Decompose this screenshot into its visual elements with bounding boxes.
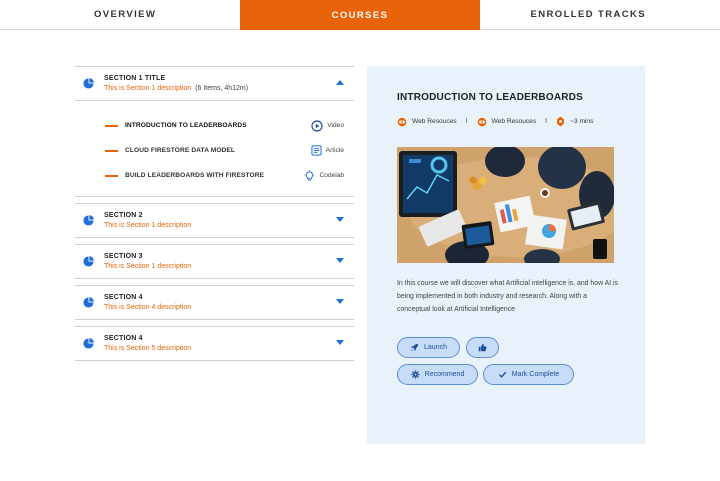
meta-duration: ~3 mins: [556, 116, 593, 127]
section-title: SECTION 4: [104, 334, 143, 342]
launch-label: Launch: [424, 344, 447, 351]
tab-courses[interactable]: COURSES: [240, 0, 480, 30]
course-detail-panel: INTRODUCTION TO LEADERBOARDS Web Resouce…: [367, 66, 645, 444]
section-5-header[interactable]: SECTION 4 This is Section 5 description: [75, 327, 354, 360]
checkmark-icon: [498, 371, 507, 378]
section-2: SECTION 2 This is Section 1 description: [75, 203, 354, 238]
section-1-items: INTRODUCTION TO LEADERBOARDS Video CLOUD…: [75, 100, 354, 196]
section-meta: (6 Items, 4h12m): [195, 84, 249, 92]
section-1-header[interactable]: SECTION 1 TITLE This is Section 1 descri…: [75, 67, 354, 100]
caret-down-icon[interactable]: [336, 258, 344, 263]
caret-up-icon[interactable]: [336, 80, 344, 85]
list-item-build-leaderboards[interactable]: BUILD LEADERBOARDS WITH FIRESTORE Codela…: [75, 163, 354, 188]
meta-label: Web Resouces: [491, 118, 537, 125]
section-description: This is Section 5 description: [104, 344, 192, 352]
pie-chart-icon: [83, 256, 94, 267]
timer-icon: [557, 116, 565, 127]
section-1: SECTION 1 TITLE This is Section 1 descri…: [75, 66, 354, 197]
item-dash: [105, 149, 118, 152]
section-description: This is Section 1 description (6 Items, 4…: [104, 84, 249, 92]
caret-down-icon[interactable]: [336, 299, 344, 304]
item-dash: [105, 124, 118, 127]
pie-chart-icon: [83, 78, 94, 89]
launch-button[interactable]: Launch: [397, 337, 460, 358]
item-type: Codelab: [304, 169, 344, 182]
lightbulb-icon: [304, 169, 315, 181]
item-label: INTRODUCTION TO LEADERBOARDS: [125, 122, 247, 129]
course-title: INTRODUCTION TO LEADERBOARDS: [397, 92, 583, 103]
play-circle-icon: [311, 119, 323, 132]
section-5: SECTION 4 This is Section 5 description: [75, 326, 354, 361]
list-item-introduction[interactable]: INTRODUCTION TO LEADERBOARDS Video: [75, 113, 354, 138]
pie-chart-icon: [83, 215, 94, 226]
section-4: SECTION 4 This is Section 4 description: [75, 285, 354, 320]
item-label: BUILD LEADERBOARDS WITH FIRESTORE: [125, 172, 265, 179]
meta-web-resources-2: Web Resouces: [477, 117, 537, 127]
section-title: SECTION 2: [104, 211, 143, 219]
course-meta: Web Resouces I Web Resouces I ~3 mins: [397, 116, 593, 127]
item-label: CLOUD FIRESTORE DATA MODEL: [125, 147, 236, 154]
list-item-firestore-data-model[interactable]: CLOUD FIRESTORE DATA MODEL Article: [75, 138, 354, 163]
mark-complete-button[interactable]: Mark Complete: [483, 364, 574, 385]
meta-separator: I: [545, 118, 548, 125]
section-title: SECTION 4: [104, 293, 143, 301]
item-type: Article: [311, 145, 344, 156]
section-4-header[interactable]: SECTION 4 This is Section 4 description: [75, 286, 354, 319]
section-title: SECTION 1 TITLE: [104, 74, 166, 82]
section-2-header[interactable]: SECTION 2 This is Section 1 description: [75, 204, 354, 237]
item-type-label: Video: [327, 122, 344, 129]
article-icon: [311, 145, 322, 156]
caret-down-icon[interactable]: [336, 217, 344, 222]
tab-overview[interactable]: OVERVIEW: [0, 0, 240, 29]
thumbs-up-icon: [478, 343, 487, 352]
meta-separator: I: [465, 118, 468, 125]
item-type: Video: [311, 119, 344, 132]
section-description: This is Section 1 description: [104, 221, 192, 229]
caret-down-icon[interactable]: [336, 340, 344, 345]
meta-label: Web Resouces: [412, 118, 457, 125]
section-description: This is Section 1 description: [104, 262, 192, 270]
pie-chart-icon: [83, 338, 94, 349]
web-resource-icon: [397, 117, 407, 126]
section-3-header[interactable]: SECTION 3 This is Section 1 description: [75, 245, 354, 278]
meta-label: ~3 mins: [570, 118, 594, 125]
sections-accordion: SECTION 1 TITLE This is Section 1 descri…: [75, 66, 354, 361]
recommend-label: Recommend: [424, 371, 465, 378]
recommend-button[interactable]: Recommend: [397, 364, 478, 385]
section-3: SECTION 3 This is Section 1 description: [75, 244, 354, 279]
like-button[interactable]: [466, 337, 499, 358]
top-tab-bar: OVERVIEW COURSES ENROLLED TRACKS: [0, 0, 720, 30]
pie-chart-icon: [83, 297, 94, 308]
section-title: SECTION 3: [104, 252, 143, 260]
web-resource-icon: [477, 117, 486, 126]
item-dash: [105, 174, 118, 177]
meta-web-resources-1: Web Resouces: [397, 117, 457, 127]
gear-icon: [411, 370, 420, 379]
item-type-label: Article: [325, 147, 344, 154]
course-description: In this course we will discover what Art…: [397, 280, 618, 313]
tab-enrolled-tracks[interactable]: ENROLLED TRACKS: [480, 0, 720, 29]
mark-complete-label: Mark Complete: [511, 371, 560, 378]
rocket-icon: [410, 343, 419, 352]
section-description: This is Section 4 description: [104, 303, 192, 311]
course-hero-image: [397, 147, 614, 263]
item-type-label: Codelab: [319, 172, 344, 179]
